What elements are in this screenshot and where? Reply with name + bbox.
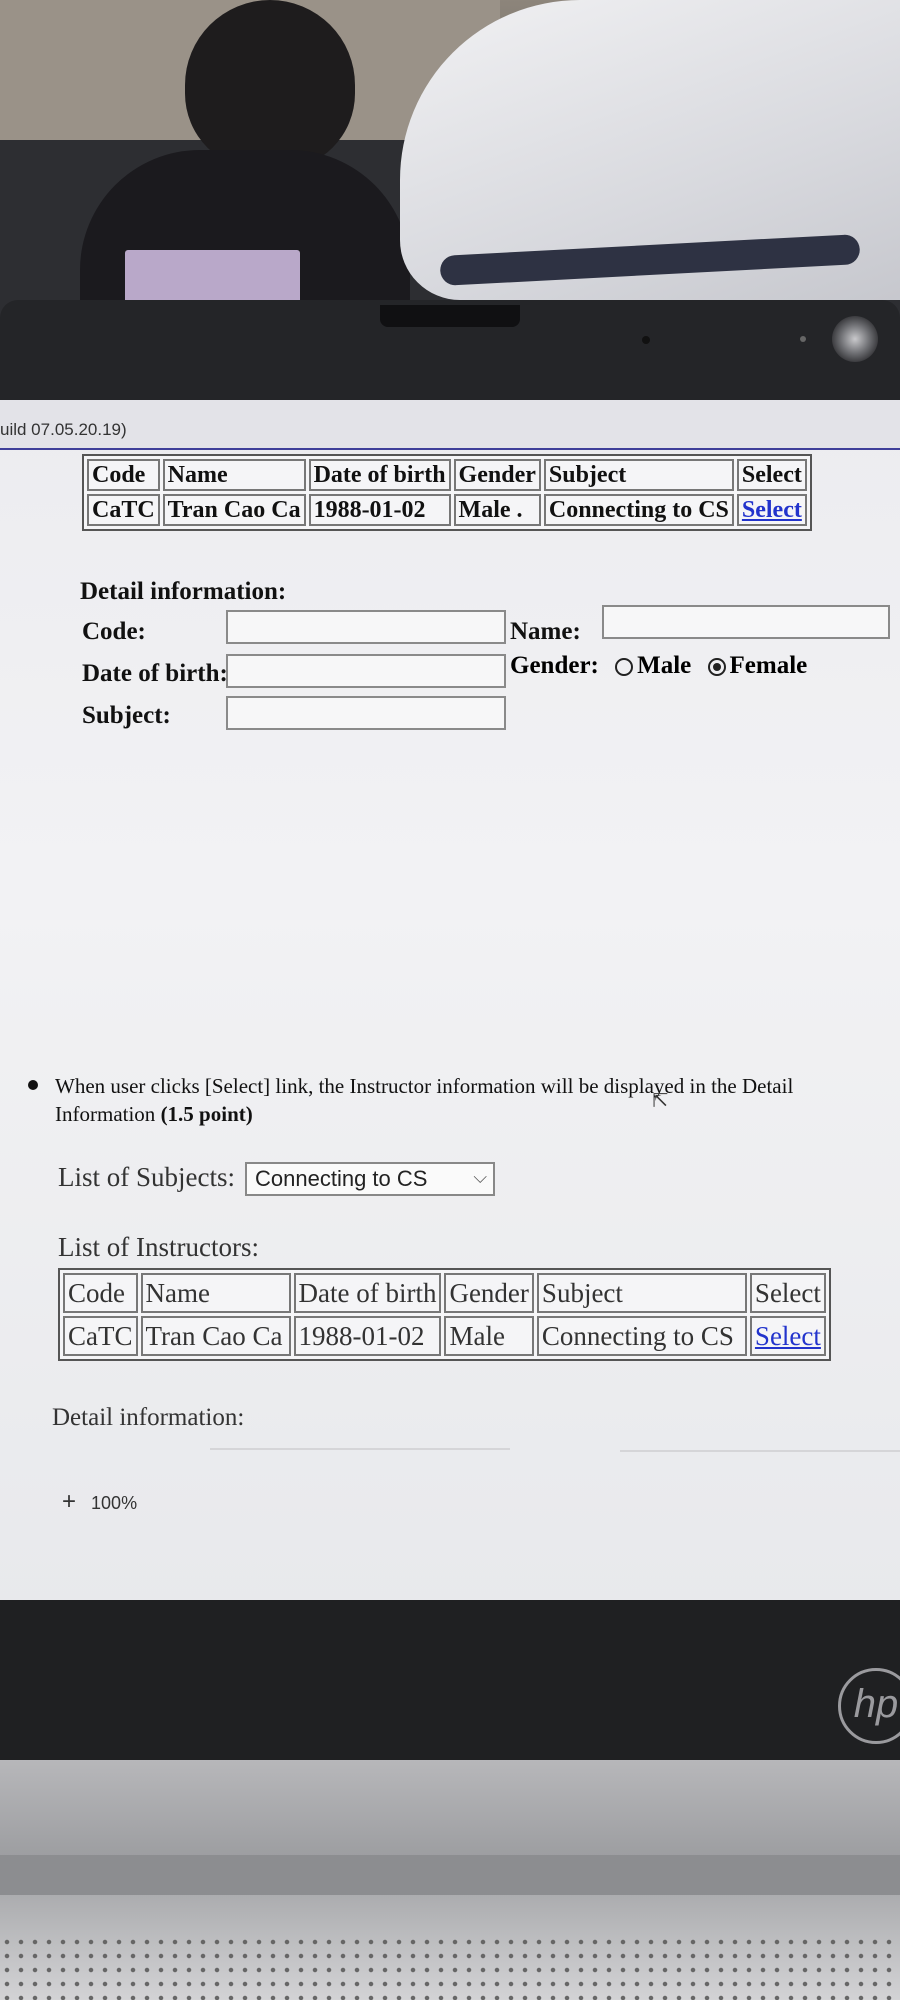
select-link[interactable]: Select — [755, 1321, 821, 1351]
power-button[interactable] — [832, 316, 878, 362]
cell-subject: Connecting to CS — [536, 1316, 747, 1356]
zoom-control[interactable]: + 100% — [62, 1488, 137, 1516]
instructors-label: List of Instructors: — [58, 1232, 259, 1262]
background-room — [0, 0, 900, 330]
subjects-label: List of Subjects: — [58, 1162, 235, 1192]
field-underline — [210, 1448, 510, 1450]
table-row: CaTC Tran Cao Ca 1988-01-02 Male . Conne… — [87, 494, 807, 526]
radio-female-label: Female — [729, 652, 808, 679]
webcam-icon — [642, 336, 650, 344]
bezel-notch — [380, 305, 520, 327]
cell-name: Tran Cao Ca — [162, 494, 306, 526]
detail-heading-2: Detail information: — [52, 1404, 245, 1431]
cell-gender: Male — [444, 1316, 534, 1356]
top-instructor-table: Code Name Date of birth Gender Subject S… — [82, 454, 812, 531]
col-gender: Gender — [453, 459, 541, 491]
col-dob: Date of birth — [293, 1273, 442, 1313]
speaker-grille — [0, 1935, 900, 2000]
subject-label: Subject: — [82, 702, 171, 729]
instruction-text: When user clicks [Select] link, the Inst… — [55, 1072, 855, 1128]
laptop-hinge — [0, 1855, 900, 1895]
cell-dob: 1988-01-02 — [308, 494, 451, 526]
subjects-dropdown[interactable]: Connecting to CS ⌵ — [245, 1162, 495, 1196]
col-gender: Gender — [444, 1273, 534, 1313]
zoom-level: 100% — [91, 1493, 138, 1513]
dob-label: Date of birth: — [82, 660, 228, 687]
chevron-down-icon: ⌵ — [473, 1167, 487, 1187]
field-underline — [620, 1450, 900, 1452]
col-select: Select — [736, 459, 807, 491]
col-subject: Subject — [543, 459, 734, 491]
subject-field[interactable] — [226, 696, 506, 730]
col-dob: Date of birth — [308, 459, 451, 491]
detail-heading: Detail information: — [80, 578, 287, 605]
subjects-selected: Connecting to CS — [255, 1166, 428, 1191]
radio-female[interactable] — [707, 658, 726, 677]
table-header-row: Code Name Date of birth Gender Subject S… — [87, 459, 807, 491]
gender-value: Male — [458, 496, 511, 523]
col-name: Name — [162, 459, 306, 491]
window-title: uild 07.05.20.19) — [0, 420, 127, 439]
col-name: Name — [140, 1273, 291, 1313]
cell-name: Tran Cao Ca — [140, 1316, 291, 1356]
col-subject: Subject — [536, 1273, 747, 1313]
bullet-icon — [28, 1080, 38, 1090]
laptop-screen: uild 07.05.20.19) Code Name Date of birt… — [0, 400, 900, 1615]
gender-radio-group: Gender: Male Female — [510, 652, 807, 680]
table-header-row: Code Name Date of birth Gender Subject S… — [63, 1273, 826, 1313]
select-link[interactable]: Select — [742, 497, 802, 523]
cell-code: CaTC — [87, 494, 160, 526]
col-code: Code — [63, 1273, 138, 1313]
cell-gender: Male . — [453, 494, 541, 526]
window-title-bar: uild 07.05.20.19) — [0, 400, 900, 450]
laptop-bottom-bezel — [0, 1600, 900, 1770]
col-select: Select — [749, 1273, 826, 1313]
cell-subject: Connecting to CS — [543, 494, 734, 526]
gender-label: Gender: — [510, 652, 599, 679]
col-code: Code — [87, 459, 160, 491]
instructor-table: Code Name Date of birth Gender Subject S… — [58, 1268, 831, 1361]
code-label: Code: — [82, 618, 146, 645]
instruction-points: (1.5 point) — [160, 1102, 253, 1126]
table-row: CaTC Tran Cao Ca 1988-01-02 Male Connect… — [63, 1316, 826, 1356]
dob-field[interactable] — [226, 654, 506, 688]
cell-select: Select — [736, 494, 807, 526]
cell-marker: . — [516, 496, 523, 523]
person-head — [185, 0, 355, 170]
mouse-cursor-icon: ⇱ — [652, 1090, 669, 1112]
code-field[interactable] — [226, 610, 506, 644]
cell-select: Select — [749, 1316, 826, 1356]
cell-code: CaTC — [63, 1316, 138, 1356]
cell-dob: 1988-01-02 — [293, 1316, 442, 1356]
zoom-plus-icon[interactable]: + — [62, 1488, 76, 1515]
radio-male-label: Male — [637, 652, 692, 679]
name-label: Name: — [510, 618, 581, 645]
radio-male[interactable] — [615, 658, 634, 677]
name-field[interactable] — [602, 605, 890, 639]
sensor-icon — [800, 336, 806, 342]
